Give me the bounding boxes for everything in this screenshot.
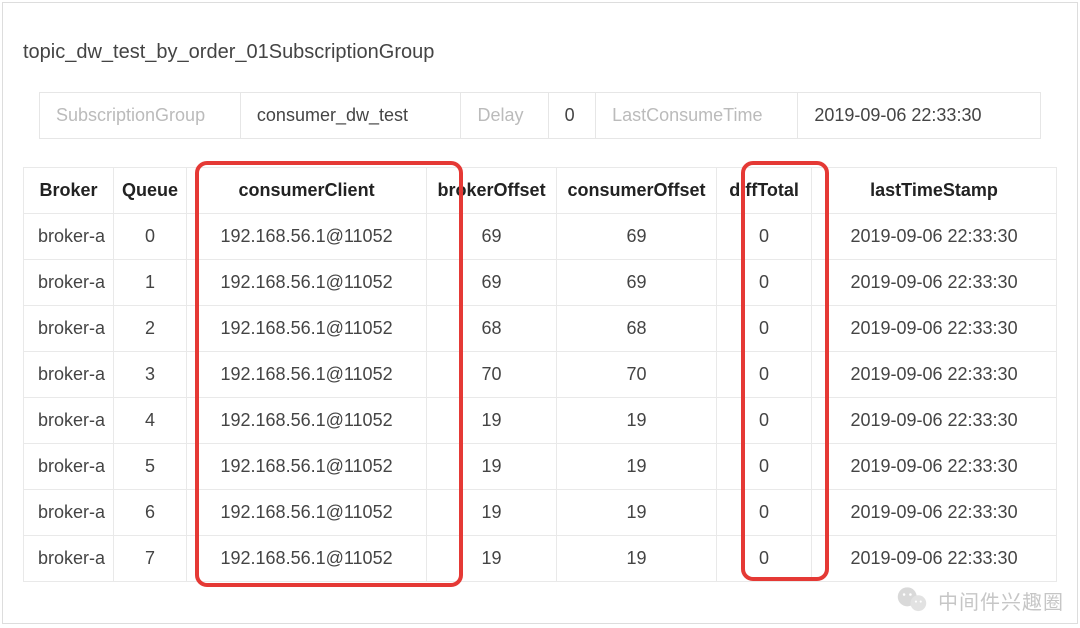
col-consumer-offset[interactable]: consumerOffset [557,168,717,214]
page-title: topic_dw_test_by_order_01SubscriptionGro… [3,3,1077,92]
cell-broker: broker-a [24,214,114,260]
cell-queue: 1 [114,260,187,306]
cell-consumer-client: 192.168.56.1@11052 [187,352,427,398]
table-row: broker-a6192.168.56.1@11052191902019-09-… [24,490,1057,536]
cell-queue: 3 [114,352,187,398]
cell-broker-offset: 19 [427,490,557,536]
cell-broker-offset: 19 [427,536,557,582]
table-row: broker-a7192.168.56.1@11052191902019-09-… [24,536,1057,582]
cell-last-timestamp: 2019-09-06 22:33:30 [812,398,1057,444]
subscription-group-value: consumer_dw_test [241,92,462,139]
cell-consumer-client: 192.168.56.1@11052 [187,444,427,490]
table-row: broker-a0192.168.56.1@11052696902019-09-… [24,214,1057,260]
cell-broker: broker-a [24,536,114,582]
cell-consumer-offset: 19 [557,444,717,490]
cell-broker: broker-a [24,352,114,398]
cell-diff-total: 0 [717,490,812,536]
cell-last-timestamp: 2019-09-06 22:33:30 [812,214,1057,260]
cell-consumer-client: 192.168.56.1@11052 [187,490,427,536]
cell-diff-total: 0 [717,214,812,260]
cell-queue: 5 [114,444,187,490]
cell-queue: 6 [114,490,187,536]
cell-broker-offset: 68 [427,306,557,352]
cell-consumer-client: 192.168.56.1@11052 [187,214,427,260]
cell-broker: broker-a [24,398,114,444]
cell-consumer-client: 192.168.56.1@11052 [187,260,427,306]
cell-last-timestamp: 2019-09-06 22:33:30 [812,490,1057,536]
cell-diff-total: 0 [717,306,812,352]
cell-last-timestamp: 2019-09-06 22:33:30 [812,260,1057,306]
cell-diff-total: 0 [717,536,812,582]
cell-queue: 0 [114,214,187,260]
subscription-group-label: SubscriptionGroup [39,92,241,139]
last-consume-time-label: LastConsumeTime [596,92,798,139]
table-row: broker-a2192.168.56.1@11052686802019-09-… [24,306,1057,352]
cell-diff-total: 0 [717,352,812,398]
cell-consumer-offset: 19 [557,490,717,536]
cell-last-timestamp: 2019-09-06 22:33:30 [812,306,1057,352]
cell-broker: broker-a [24,306,114,352]
cell-diff-total: 0 [717,260,812,306]
cell-diff-total: 0 [717,444,812,490]
col-consumer-client[interactable]: consumerClient [187,168,427,214]
cell-broker: broker-a [24,260,114,306]
cell-queue: 4 [114,398,187,444]
data-table-wrapper: Broker Queue consumerClient brokerOffset… [23,167,1057,582]
cell-broker-offset: 19 [427,444,557,490]
cell-last-timestamp: 2019-09-06 22:33:30 [812,536,1057,582]
cell-consumer-offset: 69 [557,260,717,306]
cell-broker-offset: 69 [427,260,557,306]
consumer-table: Broker Queue consumerClient brokerOffset… [23,167,1057,582]
last-consume-time-value: 2019-09-06 22:33:30 [798,92,1041,139]
cell-broker-offset: 19 [427,398,557,444]
cell-broker: broker-a [24,490,114,536]
cell-consumer-offset: 19 [557,536,717,582]
delay-value: 0 [549,92,596,139]
cell-consumer-offset: 19 [557,398,717,444]
cell-consumer-client: 192.168.56.1@11052 [187,306,427,352]
cell-consumer-offset: 70 [557,352,717,398]
cell-last-timestamp: 2019-09-06 22:33:30 [812,444,1057,490]
cell-diff-total: 0 [717,398,812,444]
cell-broker-offset: 69 [427,214,557,260]
panel: topic_dw_test_by_order_01SubscriptionGro… [2,2,1078,624]
col-broker-offset[interactable]: brokerOffset [427,168,557,214]
table-row: broker-a1192.168.56.1@11052696902019-09-… [24,260,1057,306]
table-row: broker-a4192.168.56.1@11052191902019-09-… [24,398,1057,444]
table-row: broker-a5192.168.56.1@11052191902019-09-… [24,444,1057,490]
cell-consumer-offset: 69 [557,214,717,260]
col-queue[interactable]: Queue [114,168,187,214]
delay-label: Delay [461,92,548,139]
cell-broker: broker-a [24,444,114,490]
col-diff-total[interactable]: diffTotal [717,168,812,214]
cell-broker-offset: 70 [427,352,557,398]
col-broker[interactable]: Broker [24,168,114,214]
table-row: broker-a3192.168.56.1@11052707002019-09-… [24,352,1057,398]
cell-queue: 7 [114,536,187,582]
cell-last-timestamp: 2019-09-06 22:33:30 [812,352,1057,398]
cell-consumer-client: 192.168.56.1@11052 [187,398,427,444]
info-bar: SubscriptionGroup consumer_dw_test Delay… [39,92,1041,139]
cell-queue: 2 [114,306,187,352]
cell-consumer-offset: 68 [557,306,717,352]
col-last-timestamp[interactable]: lastTimeStamp [812,168,1057,214]
cell-consumer-client: 192.168.56.1@11052 [187,536,427,582]
